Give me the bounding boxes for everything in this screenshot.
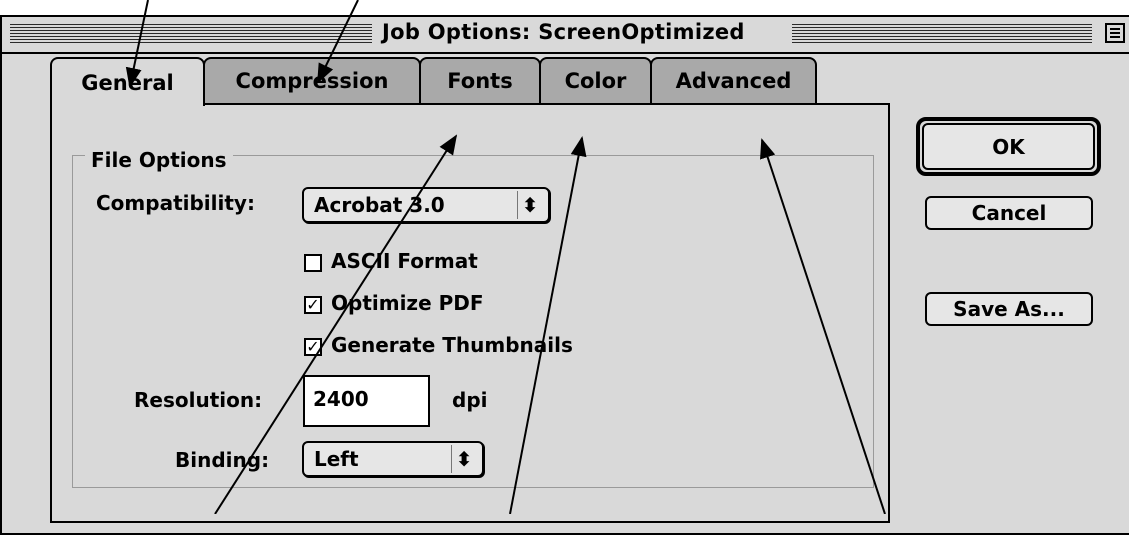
arrow-to-advanced-tab (760, 138, 886, 514)
arrow-to-general-tab (125, 0, 149, 88)
arrow-to-color-tab (509, 136, 587, 514)
arrow-to-compression-tab (317, 0, 359, 84)
annotation-arrows (125, 0, 886, 514)
arrow-to-fonts-tab (214, 134, 458, 514)
